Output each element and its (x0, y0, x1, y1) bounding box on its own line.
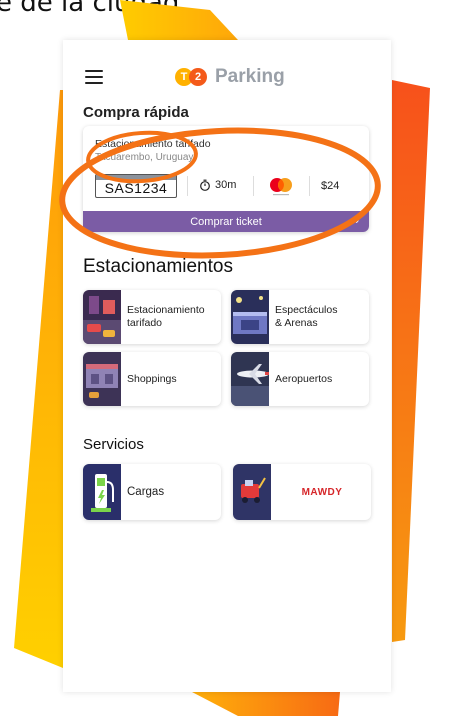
stripe-right (392, 80, 430, 642)
app-header: T 2 Parking (63, 64, 391, 94)
tile-mawdy[interactable]: MAWDY (233, 464, 371, 520)
tile-paid-parking[interactable]: Estacionamiento tarifado (83, 290, 221, 344)
quick-purchase-card[interactable]: Estacionamiento tarifado Tacuarembo, Uru… (83, 126, 369, 232)
license-plate[interactable]: SAS1234 (95, 174, 177, 198)
divider (253, 176, 254, 196)
logo-2-badge: 2 (189, 68, 207, 86)
paid-parking-illustration (83, 290, 121, 344)
phone-screen: T 2 Parking Compra rápida Estacionamient… (63, 40, 391, 692)
ev-charger-icon (83, 464, 121, 520)
divider (309, 176, 310, 196)
stripe-left (14, 90, 63, 668)
chevron-right-icon: › (355, 215, 359, 227)
buy-ticket-label: Comprar ticket (190, 215, 262, 228)
card-location: Tacuarembo, Uruguay (95, 152, 194, 163)
mastercard-icon[interactable] (267, 176, 295, 198)
mawdy-logo: MAWDY (301, 486, 343, 498)
quick-purchase-title: Compra rápida (83, 104, 189, 121)
tile-shows-arenas[interactable]: Espectáculos & Arenas (231, 290, 369, 344)
arena-illustration (231, 290, 269, 344)
shopping-illustration (83, 352, 121, 406)
tile-ev-charging[interactable]: Cargas (83, 464, 221, 520)
stripe-top (120, 0, 238, 40)
stripe-bottom (192, 692, 340, 716)
divider (187, 176, 188, 196)
tile-shoppings[interactable]: Shoppings (83, 352, 221, 406)
tile-label: Espectáculos & Arenas (275, 304, 338, 329)
services-section-title: Servicios (83, 436, 144, 453)
tow-truck-illustration (233, 464, 271, 520)
hamburger-menu-icon[interactable] (85, 70, 103, 84)
brand-name: Parking (215, 66, 285, 87)
ticket-price: $24 (321, 180, 340, 192)
tile-airports[interactable]: Aeropuertos (231, 352, 369, 406)
tile-label: Estacionamiento tarifado (127, 304, 205, 329)
buy-ticket-button[interactable]: Comprar ticket › (83, 211, 369, 232)
tile-label: Cargas (127, 486, 165, 498)
card-title: Estacionamiento tarifado (95, 138, 211, 150)
parking-section-title: Estacionamientos (83, 256, 233, 277)
tile-label: Aeropuertos (275, 372, 333, 385)
tile-label: Shoppings (127, 372, 177, 385)
duration[interactable]: 30m (199, 179, 236, 191)
airport-illustration (231, 352, 269, 406)
stopwatch-icon (200, 179, 210, 191)
duration-value: 30m (215, 179, 237, 191)
brand-logo: T 2 Parking (175, 66, 285, 88)
plate-number: SAS1234 (104, 180, 168, 196)
